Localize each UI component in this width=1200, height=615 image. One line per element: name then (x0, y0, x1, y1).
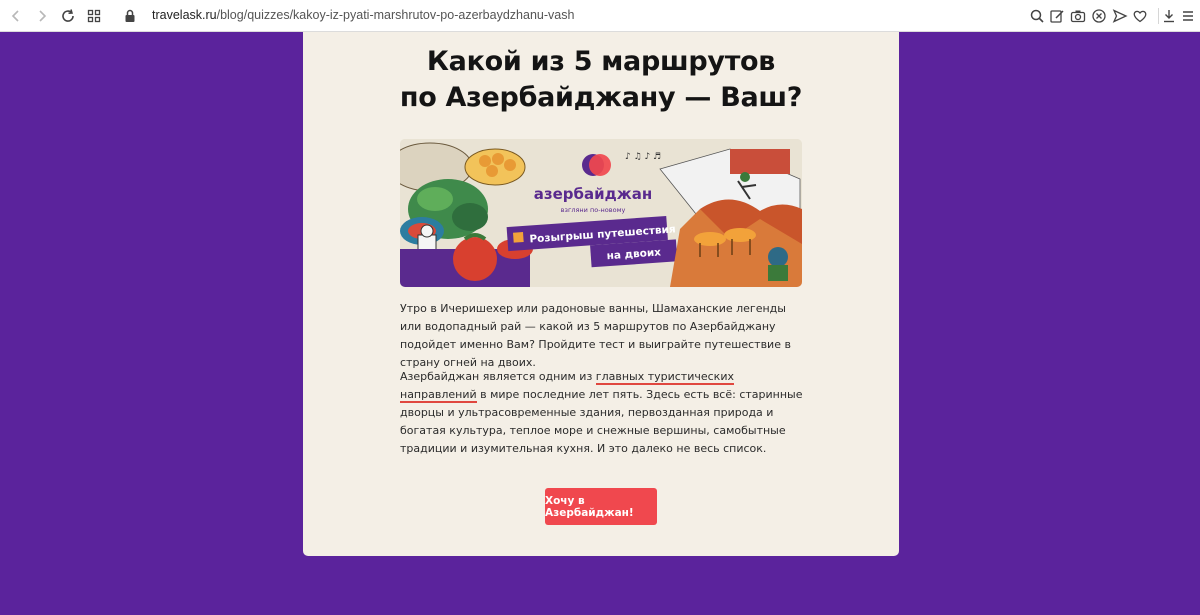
lock-icon[interactable] (120, 6, 140, 26)
download-icon[interactable] (1159, 6, 1179, 26)
tabs-grid-icon[interactable] (84, 6, 104, 26)
page-title: Какой из 5 маршрутов по Азербайджану — В… (303, 44, 899, 116)
camera-icon[interactable] (1068, 6, 1088, 26)
title-line-1: Какой из 5 маршрутов (426, 46, 776, 77)
promo-banner[interactable]: азербайджан взгляни по-новому Розыгрыш п… (400, 139, 802, 287)
url-path: /blog/quizzes/kakoy-iz-pyati-marshrutov-… (216, 8, 575, 22)
browser-toolbar: travelask.ru/blog/quizzes/kakoy-iz-pyati… (0, 0, 1200, 32)
intro-paragraph: Утро в Ичеришехер или радоновые ванны, Ш… (400, 302, 791, 369)
banner-tagline: взгляни по-новому (561, 206, 626, 214)
forward-icon[interactable] (32, 6, 52, 26)
reload-icon[interactable] (58, 6, 78, 26)
url-host: travelask.ru (152, 8, 217, 22)
send-icon[interactable] (1110, 6, 1130, 26)
body-paragraph: Азербайджан является одним из главных ту… (400, 368, 810, 458)
menu-icon[interactable] (1178, 6, 1198, 26)
search-icon[interactable] (1027, 6, 1047, 26)
start-quiz-button[interactable]: Хочу в Азербайджан! (545, 488, 657, 525)
banner-illustration: азербайджан взгляни по-новому Розыгрыш п… (400, 139, 802, 287)
banner-brand: азербайджан (534, 185, 652, 203)
body-text-before-link: Азербайджан является одним из (400, 370, 596, 383)
heart-icon[interactable] (1130, 6, 1150, 26)
block-icon[interactable] (1089, 6, 1109, 26)
edit-icon[interactable] (1047, 6, 1067, 26)
back-icon[interactable] (6, 6, 26, 26)
address-bar[interactable]: travelask.ru/blog/quizzes/kakoy-iz-pyati… (152, 8, 574, 22)
title-line-2: по Азербайджану — Ваш? (399, 82, 803, 113)
article-card: Какой из 5 маршрутов по Азербайджану — В… (303, 32, 899, 556)
svg-text:♪ ♫ ♪ ♬: ♪ ♫ ♪ ♬ (625, 152, 661, 162)
